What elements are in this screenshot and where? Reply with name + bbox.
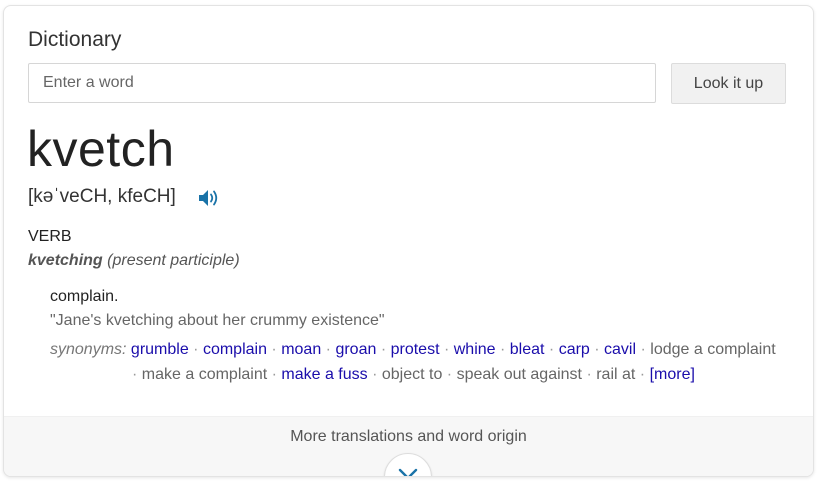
synonym-link[interactable]: groan <box>335 341 376 358</box>
synonyms-list: synonyms: grumble · complain · moan · gr… <box>50 337 800 387</box>
look-it-up-button[interactable]: Look it up <box>671 63 786 104</box>
synonym-separator: · <box>582 366 597 383</box>
synonym-link[interactable]: make a fuss <box>281 366 367 383</box>
inflection-note: (present participle) <box>107 252 240 269</box>
synonym-link[interactable]: cavil <box>604 341 636 358</box>
word-search-input[interactable] <box>28 63 656 103</box>
expand-button[interactable] <box>384 453 432 476</box>
more-synonyms-link[interactable]: [more] <box>650 366 695 383</box>
synonym-separator: · <box>188 341 203 358</box>
more-translations-link[interactable]: More translations and word origin <box>4 428 813 446</box>
headword: kvetch <box>27 121 175 177</box>
synonym-separator: · <box>442 366 457 383</box>
synonym-text: make a complaint <box>141 366 268 383</box>
speaker-icon[interactable] <box>197 187 221 209</box>
synonym-link[interactable]: bleat <box>510 341 545 358</box>
synonym-text: speak out against <box>456 366 582 383</box>
synonym-link[interactable]: complain <box>203 341 267 358</box>
synonym-link[interactable]: moan <box>281 341 321 358</box>
synonym-link[interactable]: carp <box>559 341 590 358</box>
synonym-separator: · <box>267 366 282 383</box>
card-title: Dictionary <box>28 28 122 51</box>
synonym-separator: · <box>132 366 142 383</box>
synonym-text: rail at <box>596 366 636 383</box>
synonym-text: object to <box>381 366 443 383</box>
definition: complain. <box>50 288 119 305</box>
synonym-separator: · <box>635 366 650 383</box>
synonym-separator: · <box>589 341 605 358</box>
synonym-separator: · <box>367 366 382 383</box>
synonym-separator: · <box>495 341 510 358</box>
dictionary-card: Dictionary Look it up kvetch [kəˈveCH, k… <box>3 5 814 477</box>
usage-example: "Jane's kvetching about her crummy exist… <box>50 312 385 329</box>
pronunciation: [kəˈveCH, kfeCH] <box>28 186 176 207</box>
synonym-separator: · <box>266 341 282 358</box>
more-translations-bar[interactable]: More translations and word origin <box>4 416 813 476</box>
synonym-link[interactable]: whine <box>454 341 496 358</box>
synonym-link[interactable]: grumble <box>131 341 189 358</box>
synonym-link[interactable]: protest <box>391 341 440 358</box>
synonyms-label: synonyms: <box>50 341 127 358</box>
synonym-separator: · <box>636 341 651 358</box>
part-of-speech: VERB <box>28 228 72 245</box>
inflection: kvetching (present participle) <box>28 252 240 270</box>
synonym-separator: · <box>321 341 336 358</box>
inflection-form: kvetching <box>28 252 103 269</box>
synonym-separator: · <box>439 341 454 358</box>
synonym-separator: · <box>544 341 559 358</box>
synonym-separator: · <box>376 341 391 358</box>
synonym-text: lodge a complaint <box>650 341 776 358</box>
chevron-down-icon <box>398 468 418 476</box>
